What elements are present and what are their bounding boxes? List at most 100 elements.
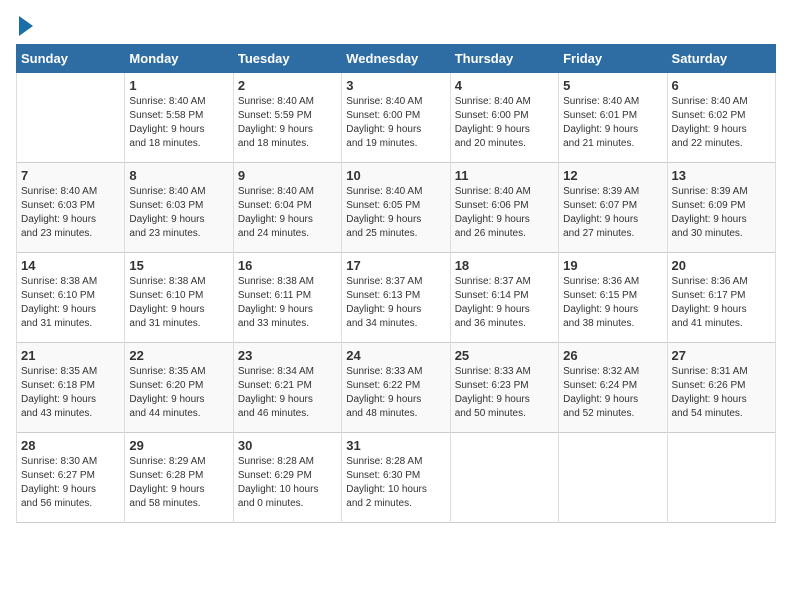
day-number: 13 <box>672 168 771 183</box>
day-number: 10 <box>346 168 445 183</box>
day-info: Sunrise: 8:36 AM Sunset: 6:17 PM Dayligh… <box>672 275 771 331</box>
day-number: 19 <box>563 258 662 273</box>
day-number: 23 <box>238 348 337 363</box>
header-day-sunday: Sunday <box>17 45 125 73</box>
day-info: Sunrise: 8:40 AM Sunset: 6:00 PM Dayligh… <box>346 95 445 151</box>
calendar-cell: 15 Sunrise: 8:38 AM Sunset: 6:10 PM Dayli… <box>125 253 233 343</box>
day-info: Sunrise: 8:40 AM Sunset: 6:04 PM Dayligh… <box>238 185 337 241</box>
calendar-week-3: 14 Sunrise: 8:38 AM Sunset: 6:10 PM Dayli… <box>17 253 776 343</box>
day-info: Sunrise: 8:35 AM Sunset: 6:20 PM Dayligh… <box>129 365 228 421</box>
calendar-cell: 24 Sunrise: 8:33 AM Sunset: 6:22 PM Dayli… <box>342 343 450 433</box>
day-number: 27 <box>672 348 771 363</box>
calendar-cell: 2 Sunrise: 8:40 AM Sunset: 5:59 PM Daylig… <box>233 73 341 163</box>
day-info: Sunrise: 8:34 AM Sunset: 6:21 PM Dayligh… <box>238 365 337 421</box>
day-info: Sunrise: 8:29 AM Sunset: 6:28 PM Dayligh… <box>129 455 228 511</box>
page-header <box>16 16 776 36</box>
calendar-table: SundayMondayTuesdayWednesdayThursdayFrid… <box>16 44 776 523</box>
header-day-tuesday: Tuesday <box>233 45 341 73</box>
day-info: Sunrise: 8:32 AM Sunset: 6:24 PM Dayligh… <box>563 365 662 421</box>
day-info: Sunrise: 8:39 AM Sunset: 6:09 PM Dayligh… <box>672 185 771 241</box>
logo-triangle-icon <box>19 16 33 36</box>
day-number: 1 <box>129 78 228 93</box>
day-number: 9 <box>238 168 337 183</box>
day-number: 7 <box>21 168 120 183</box>
calendar-cell: 16Sunrise: 8:38 AM Sunset: 6:11 PM Dayli… <box>233 253 341 343</box>
header-day-saturday: Saturday <box>667 45 775 73</box>
calendar-cell: 11 Sunrise: 8:40 AM Sunset: 6:06 PM Dayli… <box>450 163 558 253</box>
header-day-monday: Monday <box>125 45 233 73</box>
calendar-cell: 5 Sunrise: 8:40 AM Sunset: 6:01 PM Daylig… <box>559 73 667 163</box>
calendar-cell: 20 Sunrise: 8:36 AM Sunset: 6:17 PM Dayli… <box>667 253 775 343</box>
day-number: 11 <box>455 168 554 183</box>
calendar-cell: 21 Sunrise: 8:35 AM Sunset: 6:18 PM Dayli… <box>17 343 125 433</box>
day-number: 22 <box>129 348 228 363</box>
day-number: 25 <box>455 348 554 363</box>
day-number: 2 <box>238 78 337 93</box>
day-info: Sunrise: 8:38 AM Sunset: 6:10 PM Dayligh… <box>129 275 228 331</box>
calendar-cell: 10 Sunrise: 8:40 AM Sunset: 6:05 PM Dayli… <box>342 163 450 253</box>
day-info: Sunrise: 8:40 AM Sunset: 5:59 PM Dayligh… <box>238 95 337 151</box>
day-number: 17 <box>346 258 445 273</box>
calendar-cell: 30Sunrise: 8:28 AM Sunset: 6:29 PM Dayli… <box>233 433 341 523</box>
calendar-week-1: 1 Sunrise: 8:40 AM Sunset: 5:58 PM Daylig… <box>17 73 776 163</box>
calendar-cell: 23 Sunrise: 8:34 AM Sunset: 6:21 PM Dayli… <box>233 343 341 433</box>
day-info: Sunrise: 8:40 AM Sunset: 6:06 PM Dayligh… <box>455 185 554 241</box>
day-info: Sunrise: 8:35 AM Sunset: 6:18 PM Dayligh… <box>21 365 120 421</box>
day-info: Sunrise: 8:28 AM Sunset: 6:29 PM Dayligh… <box>238 455 337 511</box>
day-info: Sunrise: 8:37 AM Sunset: 6:13 PM Dayligh… <box>346 275 445 331</box>
calendar-cell: 13 Sunrise: 8:39 AM Sunset: 6:09 PM Dayli… <box>667 163 775 253</box>
day-number: 8 <box>129 168 228 183</box>
day-info: Sunrise: 8:31 AM Sunset: 6:26 PM Dayligh… <box>672 365 771 421</box>
day-number: 3 <box>346 78 445 93</box>
day-info: Sunrise: 8:38 AM Sunset: 6:11 PM Dayligh… <box>238 275 337 331</box>
day-number: 28 <box>21 438 120 453</box>
day-info: Sunrise: 8:37 AM Sunset: 6:14 PM Dayligh… <box>455 275 554 331</box>
calendar-cell: 25 Sunrise: 8:33 AM Sunset: 6:23 PM Dayli… <box>450 343 558 433</box>
calendar-week-2: 7 Sunrise: 8:40 AM Sunset: 6:03 PM Daylig… <box>17 163 776 253</box>
day-number: 20 <box>672 258 771 273</box>
day-info: Sunrise: 8:40 AM Sunset: 6:01 PM Dayligh… <box>563 95 662 151</box>
calendar-cell: 12 Sunrise: 8:39 AM Sunset: 6:07 PM Dayli… <box>559 163 667 253</box>
day-number: 14 <box>21 258 120 273</box>
calendar-cell: 17 Sunrise: 8:37 AM Sunset: 6:13 PM Dayli… <box>342 253 450 343</box>
day-number: 5 <box>563 78 662 93</box>
day-info: Sunrise: 8:36 AM Sunset: 6:15 PM Dayligh… <box>563 275 662 331</box>
day-info: Sunrise: 8:40 AM Sunset: 6:03 PM Dayligh… <box>21 185 120 241</box>
header-day-wednesday: Wednesday <box>342 45 450 73</box>
calendar-cell <box>450 433 558 523</box>
day-number: 24 <box>346 348 445 363</box>
day-info: Sunrise: 8:40 AM Sunset: 6:05 PM Dayligh… <box>346 185 445 241</box>
logo <box>16 16 33 36</box>
calendar-cell: 18 Sunrise: 8:37 AM Sunset: 6:14 PM Dayli… <box>450 253 558 343</box>
calendar-cell: 28 Sunrise: 8:30 AM Sunset: 6:27 PM Dayli… <box>17 433 125 523</box>
calendar-cell: 22 Sunrise: 8:35 AM Sunset: 6:20 PM Dayli… <box>125 343 233 433</box>
day-info: Sunrise: 8:30 AM Sunset: 6:27 PM Dayligh… <box>21 455 120 511</box>
day-info: Sunrise: 8:40 AM Sunset: 6:03 PM Dayligh… <box>129 185 228 241</box>
day-number: 18 <box>455 258 554 273</box>
day-number: 12 <box>563 168 662 183</box>
day-number: 15 <box>129 258 228 273</box>
calendar-cell: 27 Sunrise: 8:31 AM Sunset: 6:26 PM Dayli… <box>667 343 775 433</box>
day-info: Sunrise: 8:40 AM Sunset: 5:58 PM Dayligh… <box>129 95 228 151</box>
day-info: Sunrise: 8:40 AM Sunset: 6:00 PM Dayligh… <box>455 95 554 151</box>
day-info: Sunrise: 8:33 AM Sunset: 6:22 PM Dayligh… <box>346 365 445 421</box>
calendar-week-5: 28 Sunrise: 8:30 AM Sunset: 6:27 PM Dayli… <box>17 433 776 523</box>
day-number: 29 <box>129 438 228 453</box>
day-info: Sunrise: 8:33 AM Sunset: 6:23 PM Dayligh… <box>455 365 554 421</box>
calendar-header-row: SundayMondayTuesdayWednesdayThursdayFrid… <box>17 45 776 73</box>
day-number: 26 <box>563 348 662 363</box>
calendar-cell: 29 Sunrise: 8:29 AM Sunset: 6:28 PM Dayli… <box>125 433 233 523</box>
day-number: 21 <box>21 348 120 363</box>
calendar-cell: 8 Sunrise: 8:40 AM Sunset: 6:03 PM Daylig… <box>125 163 233 253</box>
day-info: Sunrise: 8:28 AM Sunset: 6:30 PM Dayligh… <box>346 455 445 511</box>
calendar-cell: 4 Sunrise: 8:40 AM Sunset: 6:00 PM Daylig… <box>450 73 558 163</box>
calendar-cell: 1 Sunrise: 8:40 AM Sunset: 5:58 PM Daylig… <box>125 73 233 163</box>
day-info: Sunrise: 8:39 AM Sunset: 6:07 PM Dayligh… <box>563 185 662 241</box>
day-number: 4 <box>455 78 554 93</box>
calendar-cell: 14Sunrise: 8:38 AM Sunset: 6:10 PM Dayli… <box>17 253 125 343</box>
calendar-cell: 7 Sunrise: 8:40 AM Sunset: 6:03 PM Daylig… <box>17 163 125 253</box>
calendar-cell <box>559 433 667 523</box>
calendar-cell: 6Sunrise: 8:40 AM Sunset: 6:02 PM Daylig… <box>667 73 775 163</box>
calendar-week-4: 21 Sunrise: 8:35 AM Sunset: 6:18 PM Dayli… <box>17 343 776 433</box>
calendar-cell: 31Sunrise: 8:28 AM Sunset: 6:30 PM Dayli… <box>342 433 450 523</box>
